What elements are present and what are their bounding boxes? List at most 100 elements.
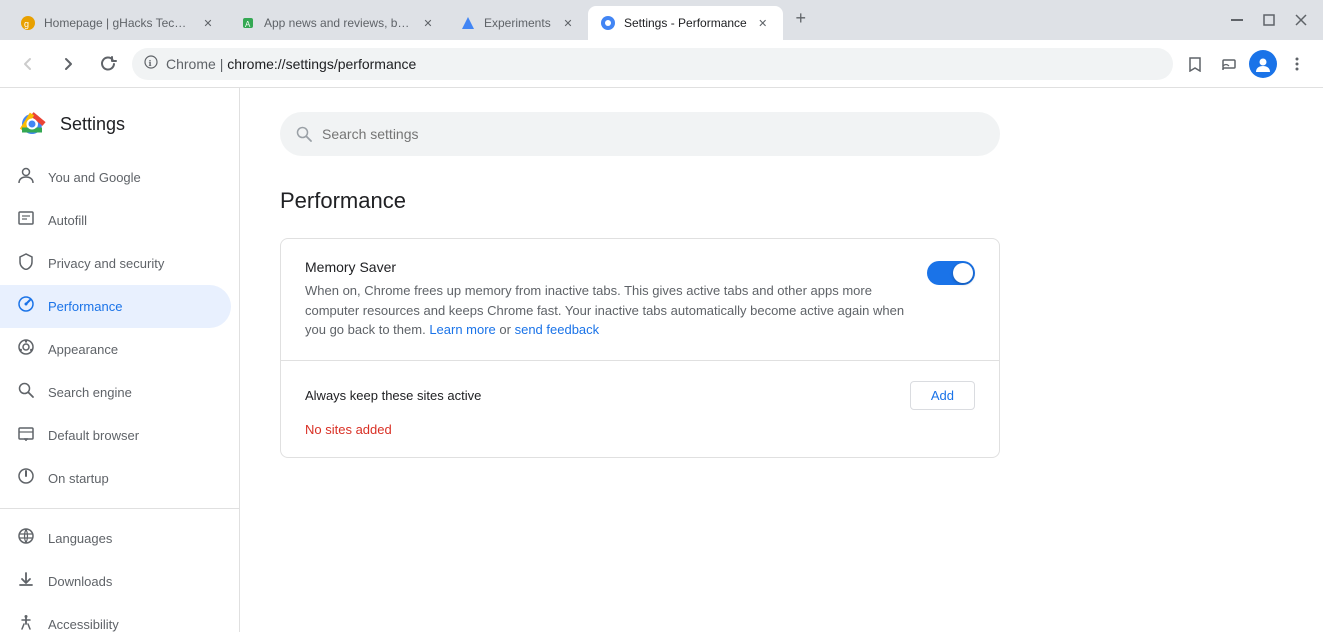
- cast-button[interactable]: [1215, 50, 1243, 78]
- settings-header: Settings: [0, 96, 239, 156]
- sidebar-divider: [0, 508, 239, 509]
- memory-saver-content: Memory Saver When on, Chrome frees up me…: [305, 259, 911, 340]
- sidebar-item-privacy[interactable]: Privacy and security: [0, 242, 231, 285]
- send-feedback-link[interactable]: send feedback: [515, 322, 600, 337]
- search-bar[interactable]: [280, 112, 1000, 156]
- sidebar-item-label-downloads: Downloads: [48, 574, 112, 589]
- sidebar-item-downloads[interactable]: Downloads: [0, 560, 231, 603]
- always-active-section: Always keep these sites active Add No si…: [281, 360, 999, 457]
- tab-3[interactable]: Experiments ✕: [448, 6, 588, 40]
- minimize-button[interactable]: [1223, 6, 1251, 34]
- tab-2[interactable]: A App news and reviews, best soft... ✕: [228, 6, 448, 40]
- sidebar-item-label-you-google: You and Google: [48, 170, 141, 185]
- sidebar-item-autofill[interactable]: Autofill: [0, 199, 231, 242]
- tab-4[interactable]: Settings - Performance ✕: [588, 6, 783, 40]
- memory-saver-row: Memory Saver When on, Chrome frees up me…: [305, 259, 975, 340]
- forward-button[interactable]: [52, 48, 84, 80]
- profile-avatar: [1249, 50, 1277, 78]
- settings-card: Memory Saver When on, Chrome frees up me…: [280, 238, 1000, 458]
- tab-2-close[interactable]: ✕: [420, 15, 436, 31]
- tab-3-label: Experiments: [484, 16, 552, 30]
- sidebar-item-on-startup[interactable]: On startup: [0, 457, 231, 500]
- sidebar: Settings You and Google Autofill Priv: [0, 88, 240, 632]
- sidebar-item-label-privacy: Privacy and security: [48, 256, 164, 271]
- add-site-button[interactable]: Add: [910, 381, 975, 410]
- accessibility-icon: [16, 613, 36, 632]
- tab-2-label: App news and reviews, best soft...: [264, 16, 412, 30]
- tab-4-close[interactable]: ✕: [755, 15, 771, 31]
- address-input[interactable]: ℹ Chrome | chrome://settings/performance: [132, 48, 1173, 80]
- sidebar-item-performance[interactable]: Performance: [0, 285, 231, 328]
- tab-1[interactable]: g Homepage | gHacks Technology ✕: [8, 6, 228, 40]
- search-input[interactable]: [322, 126, 984, 142]
- default-browser-icon: [16, 424, 36, 447]
- autofill-icon: [16, 209, 36, 232]
- sidebar-item-label-search-engine: Search engine: [48, 385, 132, 400]
- restore-button[interactable]: [1255, 6, 1283, 34]
- sidebar-item-default-browser[interactable]: Default browser: [0, 414, 231, 457]
- sidebar-item-you-google[interactable]: You and Google: [0, 156, 231, 199]
- tab-3-close[interactable]: ✕: [560, 15, 576, 31]
- sidebar-item-label-languages: Languages: [48, 531, 112, 546]
- tab-bar: g Homepage | gHacks Technology ✕ A App n…: [0, 0, 1323, 40]
- browser-window: g Homepage | gHacks Technology ✕ A App n…: [0, 0, 1323, 632]
- menu-button[interactable]: [1283, 50, 1311, 78]
- close-button[interactable]: [1287, 6, 1315, 34]
- address-right-controls: [1181, 50, 1311, 78]
- tab-1-favicon: g: [20, 15, 36, 31]
- tab-1-label: Homepage | gHacks Technology: [44, 16, 192, 30]
- address-bar: ℹ Chrome | chrome://settings/performance: [0, 40, 1323, 88]
- appearance-icon: [16, 338, 36, 361]
- no-sites-text: No sites added: [305, 422, 975, 437]
- toggle-slider: [927, 261, 975, 285]
- search-bar-wrapper: [280, 112, 1283, 156]
- address-path: chrome://settings/performance: [227, 56, 416, 72]
- profile-button[interactable]: [1249, 50, 1277, 78]
- search-engine-icon: [16, 381, 36, 404]
- privacy-icon: [16, 252, 36, 275]
- svg-text:g: g: [24, 19, 29, 29]
- sidebar-item-label-accessibility: Accessibility: [48, 617, 119, 632]
- address-protocol: Chrome: [166, 56, 216, 72]
- sidebar-item-search-engine[interactable]: Search engine: [0, 371, 231, 414]
- reload-button[interactable]: [92, 48, 124, 80]
- you-google-icon: [16, 166, 36, 189]
- learn-more-link[interactable]: Learn more: [429, 322, 495, 337]
- page-title: Performance: [280, 188, 1283, 214]
- always-active-label: Always keep these sites active: [305, 388, 481, 403]
- memory-saver-section: Memory Saver When on, Chrome frees up me…: [281, 239, 999, 360]
- chrome-logo: [16, 108, 48, 140]
- memory-saver-toggle[interactable]: [927, 261, 975, 285]
- sidebar-item-label-autofill: Autofill: [48, 213, 87, 228]
- memory-saver-desc-before: When on, Chrome frees up memory from ina…: [305, 283, 904, 337]
- secure-icon: ℹ: [144, 55, 158, 72]
- tab-4-favicon: [600, 15, 616, 31]
- memory-saver-title: Memory Saver: [305, 259, 911, 275]
- downloads-icon: [16, 570, 36, 593]
- main-area: Settings You and Google Autofill Priv: [0, 88, 1323, 632]
- sidebar-item-label-appearance: Appearance: [48, 342, 118, 357]
- new-tab-button[interactable]: +: [787, 4, 815, 32]
- sidebar-item-accessibility[interactable]: Accessibility: [0, 603, 231, 632]
- sidebar-item-appearance[interactable]: Appearance: [0, 328, 231, 371]
- sites-row: Always keep these sites active Add: [305, 381, 975, 410]
- bookmark-button[interactable]: [1181, 50, 1209, 78]
- svg-text:A: A: [245, 20, 251, 29]
- window-controls: [1223, 6, 1315, 40]
- tab-2-favicon: A: [240, 15, 256, 31]
- back-button[interactable]: [12, 48, 44, 80]
- on-startup-icon: [16, 467, 36, 490]
- performance-icon: [16, 295, 36, 318]
- languages-icon: [16, 527, 36, 550]
- address-url: Chrome | chrome://settings/performance: [166, 56, 1161, 72]
- tab-3-favicon: [460, 15, 476, 31]
- tab-4-label: Settings - Performance: [624, 16, 747, 30]
- or-text: or: [499, 322, 514, 337]
- settings-title: Settings: [60, 114, 125, 135]
- sidebar-item-label-performance: Performance: [48, 299, 122, 314]
- tab-1-close[interactable]: ✕: [200, 15, 216, 31]
- sidebar-item-label-default-browser: Default browser: [48, 428, 139, 443]
- sidebar-item-languages[interactable]: Languages: [0, 517, 231, 560]
- sidebar-item-label-on-startup: On startup: [48, 471, 109, 486]
- memory-saver-description: When on, Chrome frees up memory from ina…: [305, 281, 911, 340]
